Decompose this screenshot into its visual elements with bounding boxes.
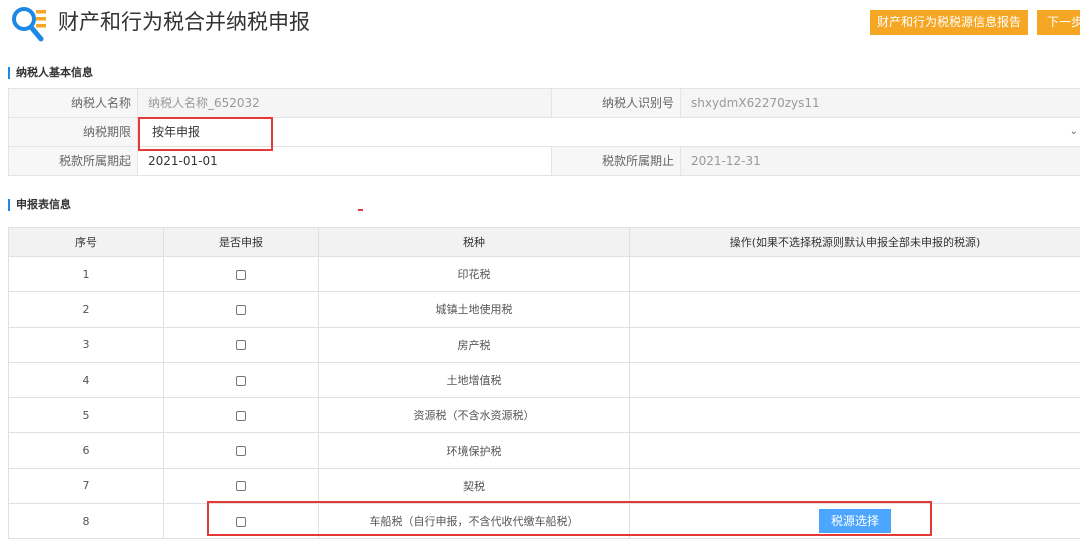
- info-row-name-id: 纳税人名称 纳税人名称_652032 纳税人识别号 shxydmX62270zy…: [8, 89, 1080, 118]
- action-cell: [629, 255, 1080, 293]
- taxpayer-name-label: 纳税人名称: [8, 89, 138, 117]
- period-label: 纳税期限: [8, 118, 138, 146]
- row-no: 6: [8, 432, 164, 469]
- page-title: 财产和行为税合并纳税申报: [58, 10, 310, 34]
- search-list-icon: [12, 7, 46, 42]
- row-no: 4: [8, 361, 164, 399]
- period-start-label: 税款所属期起: [8, 147, 138, 175]
- table-row: 3 房产税: [8, 326, 1080, 363]
- period-start-value: 2021-01-01: [138, 147, 551, 175]
- action-cell: [629, 467, 1080, 505]
- declare-checkbox[interactable]: [236, 481, 246, 492]
- taxpayer-name-value: 纳税人名称_652032: [138, 89, 551, 117]
- col-header-tax-type: 税种: [318, 227, 630, 257]
- period-end-value: 2021-12-31: [681, 147, 1080, 175]
- header: 财产和行为税合并纳税申报 财产和行为税税源信息报告 下一步: [0, 0, 1080, 52]
- row-8-highlight-box: [207, 501, 932, 536]
- declare-cell: [163, 432, 319, 469]
- declare-cell: [163, 397, 319, 434]
- declaration-table: 序号 是否申报 税种 操作(如果不选择税源则默认申报全部未申报的税源) 1 印花…: [8, 227, 1080, 540]
- col-header-no: 序号: [8, 227, 164, 257]
- page: 财产和行为税合并纳税申报 财产和行为税税源信息报告 下一步 纳税人基本信息 纳税…: [0, 0, 1080, 540]
- chevron-down-icon: ⌄: [1069, 126, 1078, 137]
- row-no: 2: [8, 291, 164, 328]
- declare-checkbox[interactable]: [236, 304, 246, 315]
- action-cell: [629, 432, 1080, 469]
- next-step-button[interactable]: 下一步: [1037, 10, 1080, 35]
- declaration-section-title: 申报表信息: [8, 199, 71, 211]
- period-end-label: 税款所属期止: [551, 147, 681, 175]
- row-no: 3: [8, 326, 164, 363]
- declare-cell: [163, 255, 319, 293]
- info-row-dates: 税款所属期起 2021-01-01 税款所属期止 2021-12-31: [8, 147, 1080, 176]
- period-highlight-box: [138, 117, 273, 151]
- taxpayer-id-label: 纳税人识别号: [551, 89, 681, 117]
- table-row: 4 土地增值税: [8, 361, 1080, 399]
- tax-type: 土地增值税: [318, 361, 630, 399]
- row-no: 7: [8, 467, 164, 505]
- declare-checkbox[interactable]: [236, 446, 246, 457]
- declare-checkbox[interactable]: [236, 269, 246, 280]
- action-cell: [629, 291, 1080, 328]
- tax-type: 资源税（不含水资源税）: [318, 397, 630, 434]
- table-row: 2 城镇土地使用税: [8, 291, 1080, 328]
- table-header-row: 序号 是否申报 税种 操作(如果不选择税源则默认申报全部未申报的税源): [8, 227, 1080, 257]
- action-cell: [629, 361, 1080, 399]
- action-cell: [629, 397, 1080, 434]
- table-row: 6 环境保护税: [8, 432, 1080, 469]
- declare-checkbox[interactable]: [236, 410, 246, 421]
- basic-info-section-title: 纳税人基本信息: [8, 67, 93, 79]
- tax-source-report-button[interactable]: 财产和行为税税源信息报告: [870, 10, 1028, 35]
- tax-type: 房产税: [318, 326, 630, 363]
- declare-cell: [163, 291, 319, 328]
- table-row: 1 印花税: [8, 255, 1080, 293]
- period-select[interactable]: 按年申报 ⌄: [138, 118, 1080, 146]
- table-row: 7 契税: [8, 467, 1080, 505]
- action-cell: [629, 326, 1080, 363]
- declare-cell: [163, 361, 319, 399]
- col-header-action: 操作(如果不选择税源则默认申报全部未申报的税源): [629, 227, 1080, 257]
- row-no: 1: [8, 255, 164, 293]
- taxpayer-id-value: shxydmX62270zys11: [681, 89, 1080, 117]
- tax-type: 城镇土地使用税: [318, 291, 630, 328]
- row-no: 8: [8, 503, 164, 540]
- tax-type: 环境保护税: [318, 432, 630, 469]
- declare-cell: [163, 467, 319, 505]
- col-header-declare: 是否申报: [163, 227, 319, 257]
- declare-cell: [163, 326, 319, 363]
- tax-type: 印花税: [318, 255, 630, 293]
- table-row: 5 资源税（不含水资源税）: [8, 397, 1080, 434]
- red-mark: [358, 209, 363, 211]
- row-no: 5: [8, 397, 164, 434]
- declare-checkbox[interactable]: [236, 375, 246, 386]
- tax-type: 契税: [318, 467, 630, 505]
- declare-checkbox[interactable]: [236, 340, 246, 351]
